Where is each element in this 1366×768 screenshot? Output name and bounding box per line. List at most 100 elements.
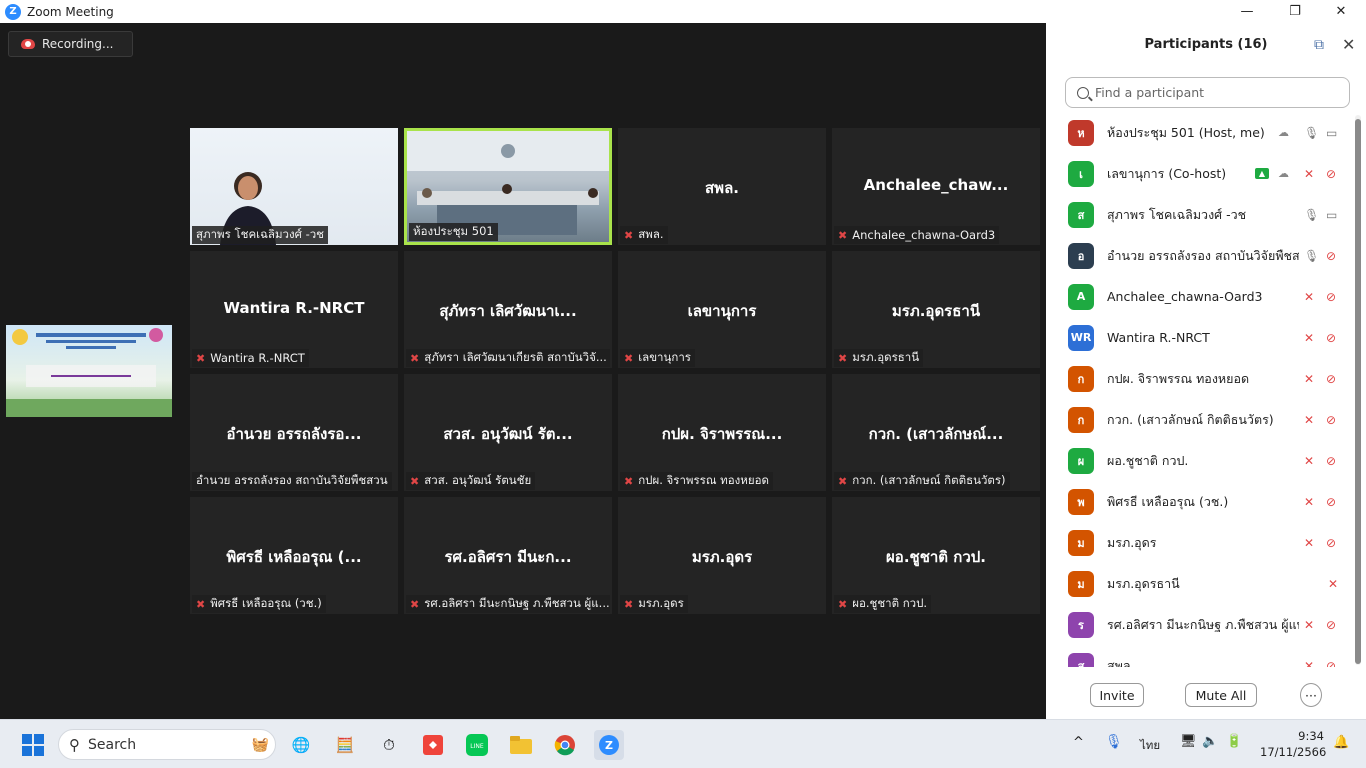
video-camera-off-icon[interactable]: ⊘ [1326, 413, 1336, 427]
microphone-muted-icon[interactable]: ✕ [1304, 495, 1314, 509]
participant-row[interactable]: ร รศ.อลิศรา มีนะกนิษฐ ภ.พืชสวน ผู้แท... ✕ ⊘ [1046, 604, 1356, 645]
video-tile[interactable]: อำนวย อรรถลังรอ... อำนวย อรรถลังรอง สถาบั… [190, 374, 398, 491]
video-tile[interactable]: มรภ.อุดรธานี ✖ มรภ.อุดรธานี [832, 251, 1040, 368]
participant-row[interactable]: A Anchalee_chawna-Oard3 ✕ ⊘ [1046, 276, 1356, 317]
participant-row[interactable]: ม มรภ.อุดร ✕ ⊘ [1046, 522, 1356, 563]
video-tile[interactable]: Anchalee_chaw... ✖ Anchalee_chawna-Oard3 [832, 128, 1040, 245]
tray-mic-icon[interactable]: 🎙 [1105, 734, 1123, 750]
video-camera-icon[interactable]: ▭ [1326, 208, 1337, 222]
video-camera-off-icon[interactable]: ⊘ [1326, 618, 1336, 632]
participant-row[interactable]: พ พิศรธี เหลืออรุณ (วช.) ✕ ⊘ [1046, 481, 1356, 522]
chrome-icon[interactable] [552, 732, 578, 758]
participants-panel: Participants (16) ⧉ ✕ Find a participant… [1046, 23, 1366, 719]
video-camera-off-icon[interactable]: ⊘ [1326, 167, 1336, 181]
microphone-muted-icon[interactable]: ✕ [1304, 290, 1314, 304]
file-explorer-icon[interactable] [508, 732, 534, 758]
video-camera-off-icon[interactable]: ⊘ [1326, 290, 1336, 304]
video-tile[interactable]: สพล. ✖ สพล. [618, 128, 826, 245]
microphone-muted-icon[interactable]: ✕ [1304, 413, 1314, 427]
avatar: ส [1068, 201, 1094, 228]
anydesk-icon[interactable] [420, 732, 446, 758]
microphone-muted-icon[interactable]: ✕ [1304, 372, 1314, 386]
participant-row[interactable]: ส สพล. ✕ ⊘ [1046, 645, 1356, 667]
microphone-muted-icon[interactable]: ✕ [1304, 454, 1314, 468]
volume-icon[interactable]: 🔈 [1202, 734, 1218, 749]
clock-date[interactable]: 17/11/2566 [1260, 745, 1326, 759]
widgets-icon[interactable]: 🌐 [288, 732, 314, 758]
video-camera-off-icon[interactable]: ⊘ [1326, 495, 1336, 509]
invite-button[interactable]: Invite [1090, 683, 1144, 707]
participant-row[interactable]: ม มรภ.อุดรธานี ✕ [1046, 563, 1356, 604]
input-language[interactable]: ไทย [1140, 737, 1160, 755]
participant-name: Anchalee_chawna-Oard3 [1107, 289, 1263, 304]
video-tile[interactable]: สุภัทรา เลิศวัฒนาเ... ✖ สุภัทรา เลิศวัฒนาเ… [404, 251, 612, 368]
video-tile[interactable]: รศ.อลิศรา มีนะก... ✖ รศ.อลิศรา มีนะกนิษฐ ภ… [404, 497, 612, 614]
close-panel-icon[interactable]: ✕ [1342, 35, 1355, 54]
video-camera-off-icon[interactable]: ⊘ [1326, 454, 1336, 468]
shared-screen-thumbnail[interactable] [6, 325, 172, 417]
clock-time[interactable]: 9:34 [1298, 729, 1324, 743]
microphone-muted-icon[interactable]: ✕ [1304, 618, 1314, 632]
taskbar-search-box[interactable]: ⚲ Search 🧺 [58, 729, 276, 760]
participant-row[interactable]: ส สุภาพร โชคเฉลิมวงศ์ -วช 🎙 ▭ [1046, 194, 1356, 235]
scrollbar-thumb[interactable] [1355, 119, 1361, 664]
video-camera-off-icon[interactable]: ⊘ [1326, 536, 1336, 550]
muted-mic-icon: ✖ [410, 597, 420, 611]
tile-name-text: รศ.อลิศรา มีนะกนิษฐ ภ.พืชสวน ผู้แ... [424, 596, 610, 610]
more-options-button[interactable]: ··· [1300, 683, 1322, 707]
participant-row[interactable]: ก กปผ. จิราพรรณ ทองหยอด ✕ ⊘ [1046, 358, 1356, 399]
microphone-muted-icon[interactable]: ✕ [1328, 577, 1338, 591]
video-tile[interactable]: สวส. อนุวัฒน์ รัต... ✖ สวส. อนุวัฒน์ รัตนช… [404, 374, 612, 491]
zoom-taskbar-icon[interactable]: Z [594, 730, 624, 760]
tile-name-text: ผอ.ชูชาติ กวป. [852, 596, 928, 610]
video-tile[interactable]: Wantira R.-NRCT ✖ Wantira R.-NRCT [190, 251, 398, 368]
microphone-icon[interactable]: 🎙 [1304, 126, 1319, 140]
participant-row[interactable]: ห ห้องประชุม 501 (Host, me) ☁ 🎙 ▭ [1046, 115, 1356, 153]
participant-row[interactable]: เ เลขานุการ (Co-host) ▲ ☁ ✕ ⊘ [1046, 153, 1356, 194]
microphone-icon[interactable]: 🎙 [1304, 208, 1319, 222]
video-tile[interactable]: มรภ.อุดร ✖ มรภ.อุดร [618, 497, 826, 614]
notification-icon[interactable]: 🔔 [1333, 735, 1349, 750]
video-camera-off-icon[interactable]: ⊘ [1326, 249, 1336, 263]
microphone-muted-icon[interactable]: ✕ [1304, 331, 1314, 345]
windows-start-icon[interactable] [20, 732, 46, 758]
video-tile[interactable]: สุภาพร โชคเฉลิมวงศ์ -วช [190, 128, 398, 245]
video-camera-off-icon[interactable]: ⊘ [1326, 372, 1336, 386]
popout-icon[interactable]: ⧉ [1314, 37, 1324, 53]
video-tile[interactable]: กปผ. จิราพรรณ... ✖ กปผ. จิราพรรณ ทองหยอด [618, 374, 826, 491]
avatar: WR [1068, 324, 1094, 351]
participant-name: พิศรธี เหลืออรุณ (วช.) [1107, 493, 1229, 509]
microphone-muted-icon[interactable]: ✕ [1304, 167, 1314, 181]
recording-indicator[interactable]: Recording... [8, 31, 133, 57]
minimize-button[interactable]: — [1224, 0, 1270, 23]
muted-mic-icon: ✖ [838, 228, 848, 242]
participant-row[interactable]: ผ ผอ.ชูชาติ กวป. ✕ ⊘ [1046, 440, 1356, 481]
calculator-icon[interactable]: 🧮 [332, 732, 358, 758]
speedtest-icon[interactable]: ⏱ [376, 732, 402, 758]
line-app-icon[interactable]: LINE [464, 732, 490, 758]
video-tile[interactable]: กวก. (เสาวลักษณ์... ✖ กวก. (เสาวลักษณ์ กิต… [832, 374, 1040, 491]
participant-search-input[interactable]: Find a participant [1065, 77, 1350, 108]
participant-row[interactable]: WR Wantira R.-NRCT ✕ ⊘ [1046, 317, 1356, 358]
video-tile[interactable]: พิศรธี เหลืออรุณ (... ✖ พิศรธี เหลืออรุณ (… [190, 497, 398, 614]
microphone-icon[interactable]: 🎙 [1304, 249, 1319, 263]
mute-all-button[interactable]: Mute All [1185, 683, 1257, 707]
participant-row[interactable]: ก กวก. (เสาวลักษณ์ กิตติธนวัตร) ✕ ⊘ [1046, 399, 1356, 440]
video-camera-off-icon[interactable]: ⊘ [1326, 659, 1336, 668]
video-camera-icon[interactable]: ▭ [1326, 126, 1337, 140]
network-icon[interactable]: 🖥 [1180, 734, 1197, 749]
tile-name-label: ✖ สวส. อนุวัฒน์ รัตนชัย [406, 472, 536, 490]
microphone-muted-icon[interactable]: ✕ [1304, 659, 1314, 668]
tile-name-label: สุภาพร โชคเฉลิมวงศ์ -วช [192, 226, 328, 244]
battery-icon[interactable]: 🔋 [1226, 734, 1242, 749]
video-tile[interactable]: ห้องประชุม 501 [404, 128, 612, 245]
video-tile[interactable]: เลขานุการ ✖ เลขานุการ [618, 251, 826, 368]
muted-mic-icon: ✖ [410, 351, 420, 365]
restore-button[interactable]: ❐ [1272, 0, 1318, 23]
close-button[interactable]: ✕ [1318, 0, 1364, 23]
video-camera-off-icon[interactable]: ⊘ [1326, 331, 1336, 345]
microphone-muted-icon[interactable]: ✕ [1304, 536, 1314, 550]
tray-chevron-icon[interactable]: ^ [1073, 735, 1084, 750]
participant-row[interactable]: อ อำนวย อรรถลังรอง สถาบันวิจัยพืชสวน 🎙 ⊘ [1046, 235, 1356, 276]
video-tile[interactable]: ผอ.ชูชาติ กวป. ✖ ผอ.ชูชาติ กวป. [832, 497, 1040, 614]
